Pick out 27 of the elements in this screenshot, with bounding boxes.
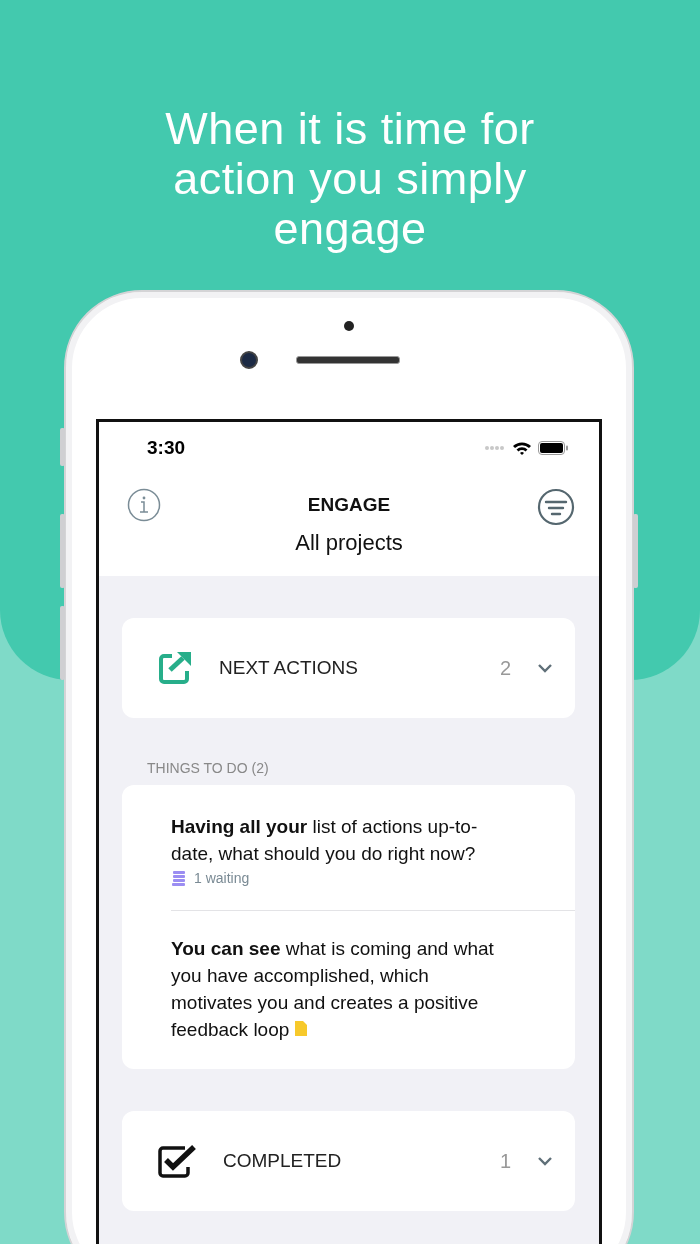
chevron-down-icon: [537, 1156, 553, 1166]
section-card[interactable]: COMPLETED 1: [122, 1111, 575, 1211]
task-text[interactable]: Having all your list of actions up-to-date, what should you do right now?: [171, 813, 509, 867]
task-text[interactable]: You can see what is coming and what you have accomplished, which motivates you and creates a positive feedback loop: [171, 935, 509, 1043]
info-icon[interactable]: [127, 488, 161, 522]
chevron-down-icon: [537, 663, 553, 673]
wifi-icon: [512, 440, 532, 456]
headline: When it is time for action you simply engage: [164, 102, 536, 254]
battery-icon: [538, 441, 569, 455]
share-arrow-icon: [157, 650, 193, 686]
screen-subtitle: All projects: [295, 530, 403, 556]
note-icon: [294, 1020, 307, 1036]
item-count: 2: [499, 656, 511, 680]
section-card[interactable]: NEXT ACTIONS 2: [122, 618, 575, 718]
filter-icon[interactable]: [537, 488, 575, 526]
camera-lens: [240, 351, 258, 369]
sensor-dot: [344, 321, 354, 331]
section-label: COMPLETED: [223, 1150, 343, 1172]
checkbox-icon: [157, 1143, 197, 1179]
item-count: 1: [499, 1149, 511, 1173]
section-label: NEXT ACTIONS: [219, 657, 359, 679]
waiting-count: 1 waiting: [194, 870, 250, 886]
list-header: THINGS TO DO (2): [146, 760, 270, 776]
stack-icon: [171, 870, 187, 886]
signal-icon: [484, 445, 506, 451]
screen-title: ENGAGE: [307, 494, 391, 516]
status-time: 3:30: [147, 437, 186, 459]
